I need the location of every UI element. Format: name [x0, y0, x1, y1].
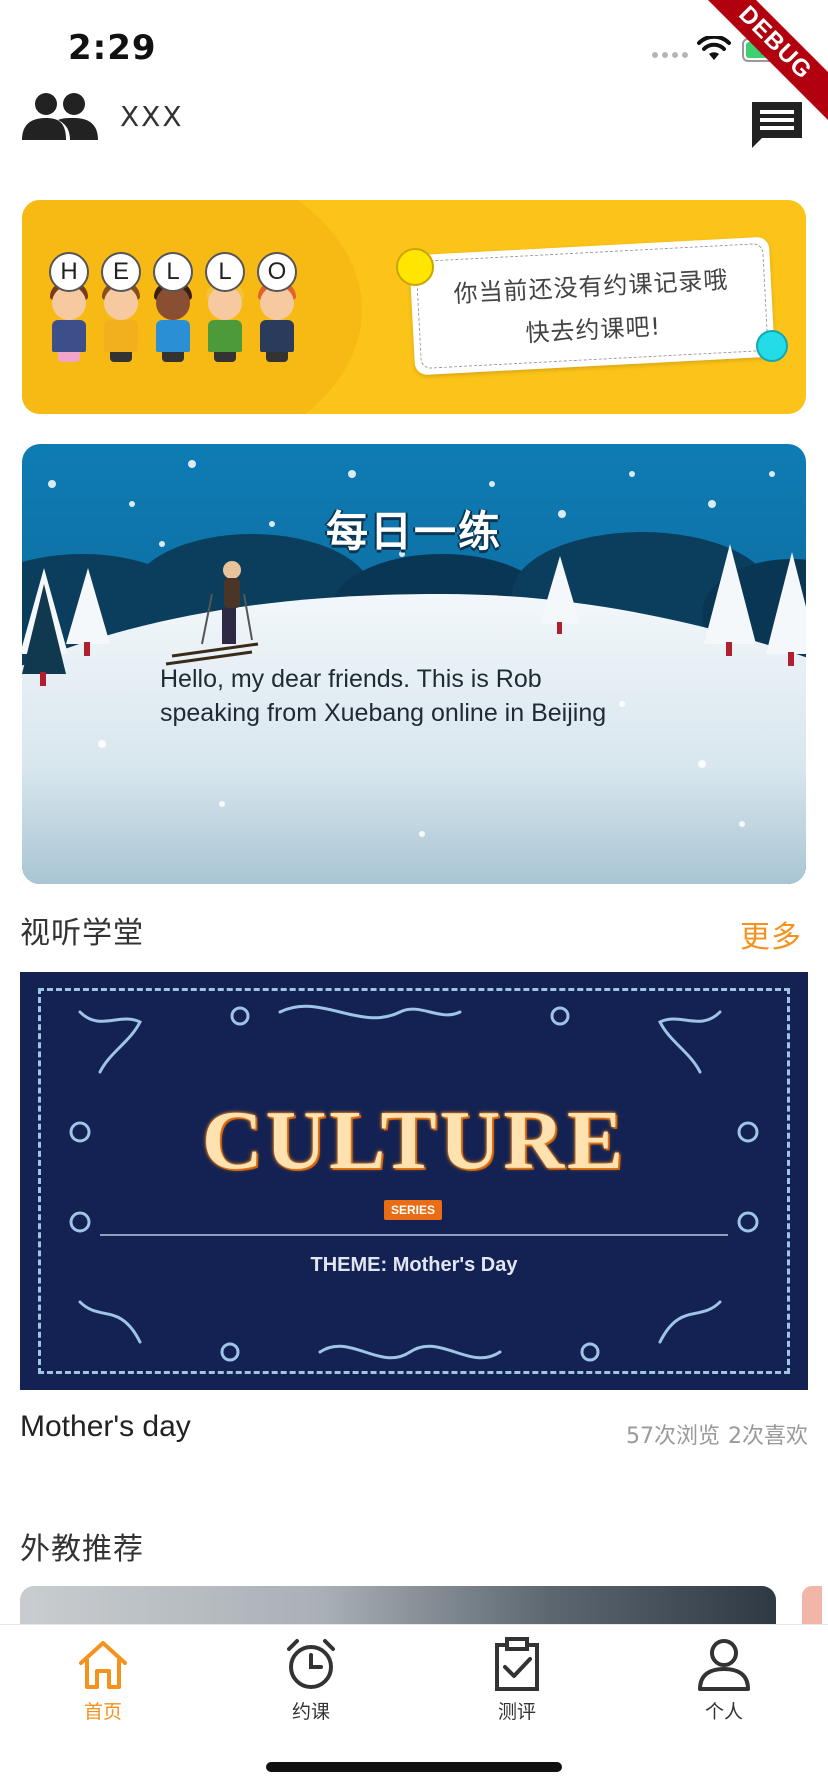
- section-title-audio-video: 视听学堂: [20, 916, 144, 951]
- cover-title: CULTURE: [201, 1094, 627, 1187]
- like-count: 2次喜欢: [728, 1424, 808, 1449]
- status-bar: 2:29 ⚡: [0, 0, 828, 96]
- tab-label: 个人: [704, 1701, 743, 1723]
- status-time: 2:29: [68, 28, 157, 68]
- decor-dot: [396, 248, 434, 286]
- tab-label: 首页: [83, 1701, 122, 1723]
- home-icon: [79, 1641, 127, 1689]
- daily-practice-banner[interactable]: 每日一练 Hello, my dear friends. This is Rob…: [22, 444, 806, 884]
- message-icon[interactable]: [750, 100, 804, 150]
- section-title-teachers: 外教推荐: [20, 1532, 144, 1567]
- tab-assessment[interactable]: 测评: [447, 1637, 587, 1724]
- hello-letter: H: [49, 252, 89, 292]
- daily-practice-text: Hello, my dear friends. This is Rob spea…: [160, 665, 607, 727]
- group-icon[interactable]: [22, 90, 98, 144]
- home-indicator[interactable]: [266, 1762, 562, 1772]
- person-icon: [698, 1639, 750, 1691]
- booking-reminder-banner[interactable]: H E L L O 你当前还没有约课记录哦 快去约课吧!: [22, 200, 806, 414]
- video-title[interactable]: Mother's day: [20, 1410, 191, 1444]
- user-name: XXX: [120, 100, 184, 133]
- view-count: 57次浏览: [626, 1424, 720, 1449]
- hello-letter: L: [153, 252, 193, 292]
- tab-label: 测评: [497, 1701, 536, 1723]
- notice-card: 你当前还没有约课记录哦 快去约课吧!: [409, 236, 775, 376]
- clipboard-check-icon: [495, 1637, 539, 1691]
- hello-letter: E: [101, 252, 141, 292]
- notice-line-1: 你当前还没有约课记录哦: [452, 265, 730, 309]
- hello-letter: L: [205, 252, 245, 292]
- tab-profile[interactable]: 个人: [654, 1637, 794, 1724]
- tab-label: 约课: [291, 1701, 330, 1723]
- hello-kids-illustration: H E L L O: [46, 252, 300, 362]
- cover-series-badge: SERIES: [384, 1200, 442, 1220]
- cover-divider: [100, 1234, 728, 1236]
- cellular-signal-icon: [652, 52, 688, 58]
- video-stats: 57次浏览 2次喜欢: [626, 1418, 808, 1450]
- decor-dot: [756, 330, 788, 362]
- video-cover[interactable]: CULTURE SERIES THEME: Mother's Day: [20, 972, 808, 1390]
- alarm-clock-icon: [287, 1639, 335, 1689]
- wifi-icon: [697, 36, 731, 60]
- app-header: XXX: [0, 86, 828, 156]
- notice-line-2: 快去约课吧!: [524, 312, 662, 348]
- tab-booking[interactable]: 约课: [241, 1637, 381, 1724]
- daily-practice-title: 每日一练: [325, 507, 502, 556]
- cover-theme: THEME: Mother's Day: [310, 1254, 518, 1276]
- tab-home[interactable]: 首页: [33, 1637, 173, 1724]
- hello-letter: O: [257, 252, 297, 292]
- more-link[interactable]: 更多: [740, 912, 802, 956]
